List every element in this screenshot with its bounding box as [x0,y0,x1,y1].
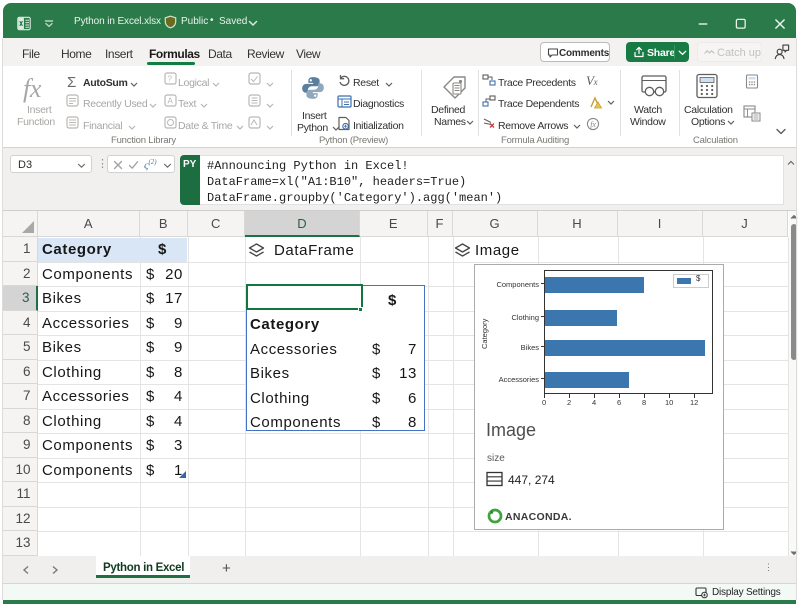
svg-text:A: A [168,97,174,106]
svg-text:fx: fx [590,120,596,129]
svg-text:?: ? [168,75,173,84]
